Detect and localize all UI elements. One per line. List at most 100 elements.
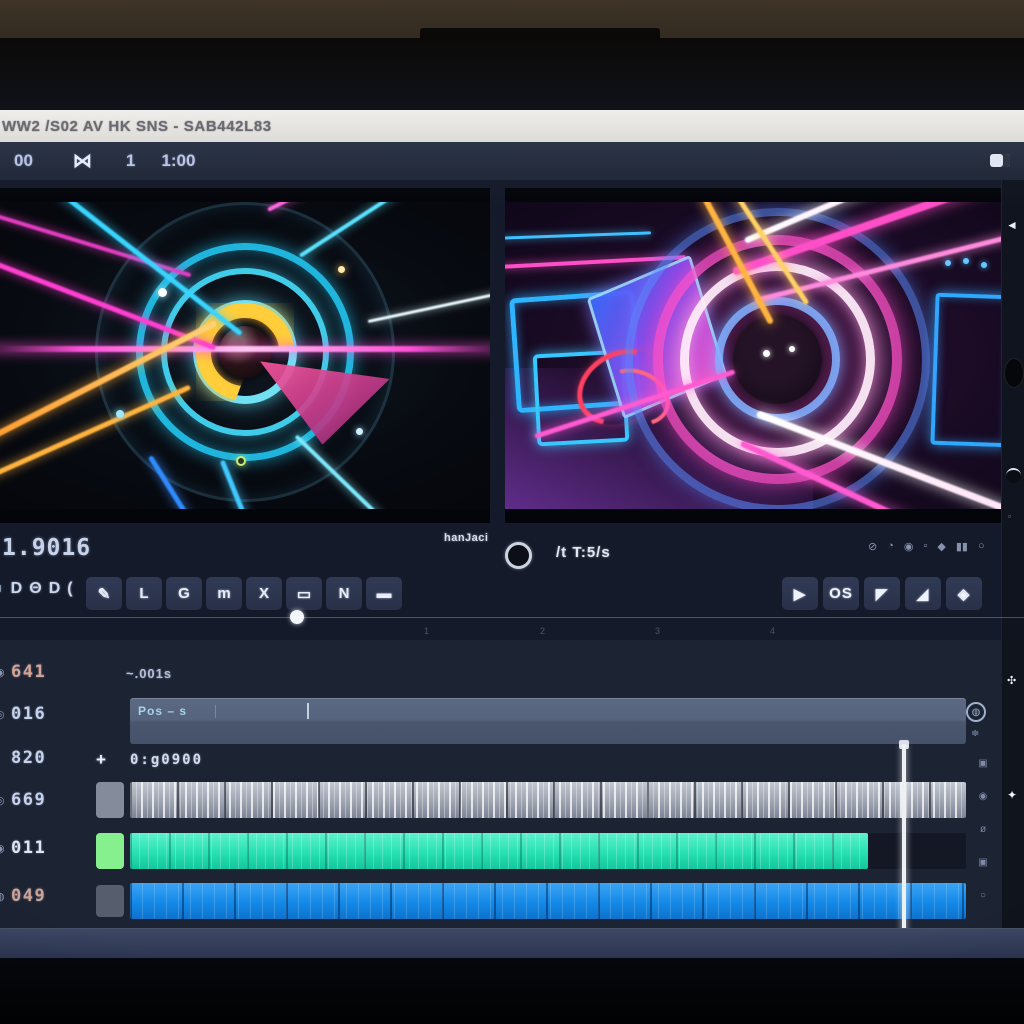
timeline-panel: ◉ 641 ◎ 016 ◐ 820 ◎ 669 ◉ 011 ◍ 049: [0, 640, 1024, 928]
track-toggle-column: ▣ ◉ ø ▣ ○: [970, 758, 996, 901]
tracks-icon: m: [217, 585, 230, 602]
d2-tool-icon[interactable]: D: [49, 580, 61, 598]
zoom-slider-handle[interactable]: [290, 610, 304, 624]
timeline-side-strip: ✣ ✦: [1001, 640, 1024, 928]
clip-name-label: hanJaci: [444, 532, 488, 544]
d-tool-icon[interactable]: D: [11, 580, 23, 598]
display-icon: [990, 154, 1010, 167]
neon-dot: [158, 288, 167, 297]
side-knob-icon[interactable]: [1004, 358, 1024, 388]
timeline-navigator-bar[interactable]: Pos – s: [130, 698, 966, 744]
navigator-circle-icon[interactable]: ◍: [966, 702, 986, 722]
bowtie-icon: ⋈: [73, 150, 92, 173]
lock-toggle-icon[interactable]: ▣: [978, 758, 987, 769]
window-title: WW2 /S02 AV HK SNS - SAB442L83: [2, 118, 272, 135]
track-header-row[interactable]: ◍ 049: [0, 886, 88, 906]
play-icon: ▶: [794, 585, 807, 603]
neon-dot: [338, 266, 345, 273]
monitor-mini-icons: ⊘ ◔ ◉ ▫ ◆ ▮▮ ○: [868, 540, 985, 553]
snap-icon[interactable]: ⊘: [868, 540, 877, 553]
add-marker-button[interactable]: +: [96, 750, 106, 770]
monitor-tool-button[interactable]: ▭: [286, 577, 322, 610]
navigator-sub-icon[interactable]: ≑: [971, 728, 979, 739]
playhead[interactable]: [902, 744, 906, 934]
paren-tool-icon[interactable]: (: [67, 580, 72, 598]
track-header-row[interactable]: ◐ 820: [0, 748, 88, 768]
laptop-bezel-bottom: [0, 958, 1024, 1024]
monitor-side-strip: ◄ ▫: [1001, 180, 1024, 640]
flag-icon[interactable]: ◆: [937, 540, 945, 553]
sequence-info-bar: 00 ⋈ 1 1:00: [0, 142, 1024, 180]
video-clip[interactable]: [130, 782, 966, 818]
corner-button[interactable]: ◤: [864, 577, 900, 610]
navigator-tick: [215, 705, 216, 718]
meter-icon[interactable]: ▮▮: [956, 540, 968, 553]
marker-icon[interactable]: ▫: [923, 540, 927, 553]
track-swatch[interactable]: [96, 833, 124, 869]
music-clip[interactable]: [130, 833, 868, 869]
theta-tool-icon[interactable]: Θ: [29, 580, 41, 598]
nav-button[interactable]: ◈: [946, 577, 982, 610]
eye-icon[interactable]: ◐: [0, 752, 11, 764]
eye-icon[interactable]: ◎: [0, 708, 11, 721]
mini-tool-cluster: ◖ D Θ D (: [0, 580, 73, 598]
eye-icon[interactable]: ◍: [0, 890, 11, 903]
keyframe-tool-button[interactable]: N: [326, 577, 362, 610]
source-monitor[interactable]: [0, 188, 490, 523]
target-icon[interactable]: ◉: [904, 540, 914, 553]
eye-icon[interactable]: ◎: [0, 794, 11, 807]
label-tool-button[interactable]: L: [126, 577, 162, 610]
keyframe-icon: N: [339, 585, 350, 602]
counter-value: 00: [14, 151, 33, 171]
zoom-slider-track[interactable]: [0, 617, 1024, 618]
tracks-tool-button[interactable]: m: [206, 577, 242, 610]
eye-icon[interactable]: ◉: [0, 842, 11, 855]
half-circle-tool-icon[interactable]: ◖: [0, 580, 4, 598]
source-video-frame: [0, 202, 490, 509]
track-header-row[interactable]: ◉ 011: [0, 838, 88, 858]
block-tool-button[interactable]: ▬: [366, 577, 402, 610]
track-header-row[interactable]: ◉ 641: [0, 662, 88, 682]
side-dial-icon[interactable]: [1006, 468, 1021, 483]
loop-icon: OS: [829, 585, 853, 602]
track-header-label: 011: [11, 838, 46, 858]
track-header-row[interactable]: ◎ 016: [0, 704, 88, 724]
neon-dot: [981, 262, 987, 268]
slider-tick: 3: [655, 626, 660, 636]
lock-toggle-icon[interactable]: ▣: [978, 857, 987, 868]
eye-icon[interactable]: ◉: [0, 666, 11, 679]
app-bottom-edge: [0, 928, 1024, 958]
track-header-row[interactable]: ◎ 669: [0, 790, 88, 810]
nav-icon: ◈: [958, 585, 971, 603]
side-small-icon[interactable]: ▫: [1008, 512, 1011, 521]
clip-icon: G: [178, 585, 190, 602]
side-sparkle-icon[interactable]: ✦: [1007, 788, 1017, 802]
ramp-button[interactable]: ◢: [905, 577, 941, 610]
slider-tick: 1: [424, 626, 429, 636]
side-arrow-icon[interactable]: ◄: [1006, 218, 1018, 232]
slider-tick: 2: [540, 626, 545, 636]
track-swatch[interactable]: [96, 782, 124, 818]
dialog-clip[interactable]: [130, 883, 966, 919]
play-button[interactable]: ▶: [782, 577, 818, 610]
side-gear-icon[interactable]: ✣: [1007, 674, 1016, 687]
neon-core-sphere: [733, 315, 822, 404]
quarter-icon[interactable]: ◔: [887, 540, 894, 553]
corner-icon: ◤: [876, 585, 889, 603]
neon-core-sphere: [219, 326, 271, 378]
dot-icon[interactable]: ○: [978, 540, 985, 553]
record-button[interactable]: [505, 542, 532, 569]
neon-dot: [116, 410, 124, 418]
razor-tool-button[interactable]: X: [246, 577, 282, 610]
loop-button[interactable]: OS: [823, 577, 859, 610]
solo-toggle-icon[interactable]: ø: [980, 824, 986, 835]
ramp-icon: ◢: [917, 585, 930, 603]
neon-dot: [963, 258, 969, 264]
track-swatch[interactable]: [96, 885, 124, 917]
clip-tool-button[interactable]: G: [166, 577, 202, 610]
dot-toggle-icon[interactable]: ○: [980, 890, 986, 901]
program-monitor[interactable]: [505, 188, 1001, 523]
neon-rectangle: [930, 293, 1001, 448]
mute-toggle-icon[interactable]: ◉: [979, 791, 988, 802]
pen-tool-button[interactable]: ✎: [86, 577, 122, 610]
